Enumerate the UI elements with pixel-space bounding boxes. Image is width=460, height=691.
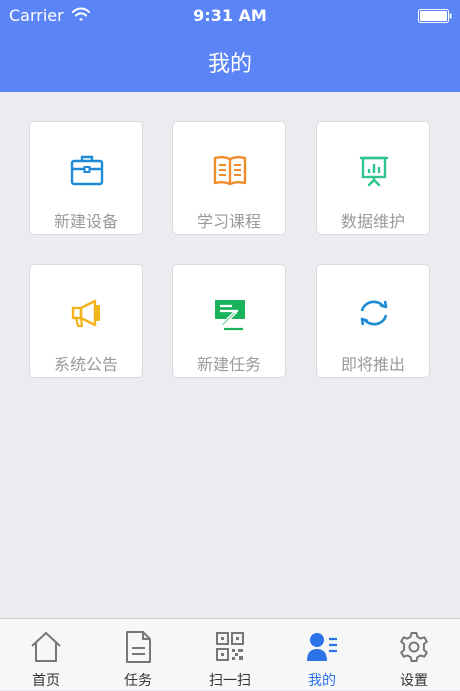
tab-label: 我的 — [308, 673, 336, 689]
gear-icon — [400, 632, 428, 662]
page-title: 我的 — [207, 52, 252, 77]
card-label: 即将推出 — [340, 355, 405, 374]
card-coming-soon[interactable]: 即将推出 — [316, 264, 430, 378]
card-label: 学习课程 — [196, 212, 261, 231]
home-icon — [31, 632, 61, 662]
open-book-icon — [213, 156, 247, 186]
card-new-device[interactable]: 新建设备 — [29, 121, 143, 235]
nav-header: Carrier 9:31 AM 我的 — [0, 0, 460, 92]
tab-label: 设置 — [400, 673, 428, 689]
document-icon — [126, 631, 151, 663]
status-bar: Carrier 9:31 AM — [0, 0, 460, 30]
battery-icon — [418, 9, 452, 23]
briefcase-icon — [70, 155, 104, 186]
presentation-chart-icon — [359, 156, 389, 187]
tab-label: 任务 — [124, 673, 152, 689]
megaphone-icon — [71, 299, 100, 328]
status-time: 9:31 AM — [193, 6, 267, 25]
card-new-task[interactable]: 新建任务 — [172, 264, 286, 378]
new-task-icon — [215, 300, 245, 331]
tab-label: 首页 — [32, 673, 60, 689]
tab-settings[interactable]: 设置 — [368, 619, 460, 691]
card-courses[interactable]: 学习课程 — [172, 121, 286, 235]
tab-scan[interactable]: 扫一扫 — [184, 619, 276, 691]
qr-code-icon — [216, 632, 244, 661]
card-announcements[interactable]: 系统公告 — [29, 264, 143, 378]
card-data-maintenance[interactable]: 数据维护 — [316, 121, 430, 235]
tab-home[interactable]: 首页 — [0, 619, 92, 691]
refresh-icon — [360, 300, 388, 326]
tab-bar: 首页 任务 扫一扫 我的 设置 — [0, 618, 460, 690]
user-profile-icon — [307, 633, 337, 661]
card-label: 系统公告 — [53, 355, 118, 374]
card-label: 新建设备 — [53, 212, 118, 231]
card-label: 数据维护 — [340, 212, 405, 231]
tab-tasks[interactable]: 任务 — [92, 619, 184, 691]
tab-mine[interactable]: 我的 — [276, 619, 368, 691]
tab-label: 扫一扫 — [209, 673, 251, 689]
card-label: 新建任务 — [196, 355, 261, 374]
